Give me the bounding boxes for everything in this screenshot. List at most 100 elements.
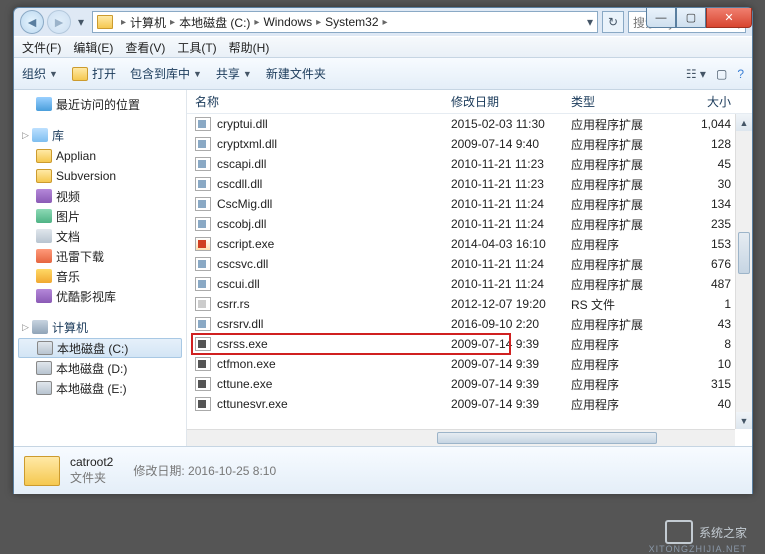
sidebar-item-drive-e[interactable]: 本地磁盘 (E:) [14, 378, 186, 398]
file-date: 2010-11-21 11:23 [451, 157, 571, 171]
video-icon [36, 189, 52, 203]
file-row[interactable]: cscdll.dll2010-11-21 11:23应用程序扩展30 [187, 174, 752, 194]
scroll-thumb-h[interactable] [437, 432, 657, 444]
sidebar-item-music[interactable]: 音乐 [14, 266, 186, 286]
column-name[interactable]: 名称 [195, 93, 451, 110]
file-row[interactable]: cscapi.dll2010-11-21 11:23应用程序扩展45 [187, 154, 752, 174]
include-in-library-button[interactable]: 包含到库中▼ [130, 65, 202, 82]
breadcrumb-drive-c[interactable]: 本地磁盘 (C:) [179, 14, 250, 31]
open-button[interactable]: 打开 [72, 65, 116, 82]
file-date: 2009-07-14 9:40 [451, 137, 571, 151]
sidebar-header-libraries[interactable]: ▷库 [14, 124, 186, 146]
file-date: 2010-11-21 11:24 [451, 277, 571, 291]
breadcrumb-computer[interactable]: 计算机 [130, 14, 166, 31]
menu-view[interactable]: 查看(V) [125, 39, 165, 56]
vertical-scrollbar[interactable]: ▲ ▼ [735, 114, 752, 429]
close-button[interactable]: ✕ [706, 8, 752, 28]
sidebar-item-documents[interactable]: 文档 [14, 226, 186, 246]
sidebar-item-subversion[interactable]: Subversion [14, 166, 186, 186]
watermark: 系统之家 [665, 520, 747, 544]
view-options-button[interactable]: ☷ ▾ [686, 67, 706, 81]
file-size: 153 [683, 237, 743, 251]
file-row[interactable]: cscobj.dll2010-11-21 11:24应用程序扩展235 [187, 214, 752, 234]
sidebar-item-youku[interactable]: 优酷影视库 [14, 286, 186, 306]
nav-history-dropdown[interactable]: ▾ [74, 15, 88, 29]
file-type: 应用程序 [571, 356, 683, 373]
library-icon [32, 128, 48, 142]
file-icon [195, 197, 211, 211]
file-row[interactable]: cscsvc.dll2010-11-21 11:24应用程序扩展676 [187, 254, 752, 274]
file-row[interactable]: csrsrv.dll2016-09-10 2:20应用程序扩展43 [187, 314, 752, 334]
file-date: 2014-04-03 16:10 [451, 237, 571, 251]
file-type: 应用程序扩展 [571, 316, 683, 333]
menu-edit[interactable]: 编辑(E) [73, 39, 113, 56]
sidebar-item-applian[interactable]: Applian [14, 146, 186, 166]
file-name: csrsrv.dll [217, 317, 263, 331]
breadcrumb-windows[interactable]: Windows [263, 15, 312, 29]
sidebar-item-drive-d[interactable]: 本地磁盘 (D:) [14, 358, 186, 378]
file-size: 8 [683, 337, 743, 351]
new-folder-button[interactable]: 新建文件夹 [266, 65, 326, 82]
file-row[interactable]: cttune.exe2009-07-14 9:39应用程序315 [187, 374, 752, 394]
help-button[interactable]: ? [737, 67, 744, 81]
scroll-down-button[interactable]: ▼ [736, 412, 752, 429]
file-icon [195, 117, 211, 131]
file-date: 2009-07-14 9:39 [451, 337, 571, 351]
horizontal-scrollbar[interactable] [187, 429, 735, 446]
column-type[interactable]: 类型 [571, 93, 683, 110]
address-bar[interactable]: ▸ 计算机 ▸ 本地磁盘 (C:) ▸ Windows ▸ System32 ▸… [92, 11, 598, 33]
menu-help[interactable]: 帮助(H) [229, 39, 270, 56]
organize-button[interactable]: 组织▼ [22, 65, 58, 82]
nav-back-button[interactable]: ◄ [20, 10, 44, 34]
details-type: 文件夹 [70, 469, 113, 486]
share-button[interactable]: 共享▼ [216, 65, 252, 82]
sidebar-item-recent[interactable]: 最近访问的位置 [14, 94, 186, 114]
file-type: RS 文件 [571, 296, 683, 313]
file-row[interactable]: ctfmon.exe2009-07-14 9:39应用程序10 [187, 354, 752, 374]
file-row[interactable]: cscui.dll2010-11-21 11:24应用程序扩展487 [187, 274, 752, 294]
column-size[interactable]: 大小 [683, 93, 743, 110]
file-row[interactable]: csrss.exe2009-07-14 9:39应用程序8 [187, 334, 752, 354]
sidebar-item-drive-c[interactable]: 本地磁盘 (C:) [18, 338, 182, 358]
nav-forward-button[interactable]: ► [47, 10, 71, 34]
maximize-button[interactable]: ▢ [676, 8, 706, 28]
breadcrumb-system32[interactable]: System32 [325, 15, 378, 29]
sidebar-item-pictures[interactable]: 图片 [14, 206, 186, 226]
file-name: cryptxml.dll [217, 137, 277, 151]
file-row[interactable]: CscMig.dll2010-11-21 11:24应用程序扩展134 [187, 194, 752, 214]
file-date: 2010-11-21 11:24 [451, 217, 571, 231]
address-dropdown-icon[interactable]: ▾ [587, 15, 593, 29]
folder-icon [97, 15, 113, 29]
file-row[interactable]: cryptui.dll2015-02-03 11:30应用程序扩展1,044 [187, 114, 752, 134]
minimize-button[interactable]: — [646, 8, 676, 28]
file-row[interactable]: cttunesvr.exe2009-07-14 9:39应用程序40 [187, 394, 752, 414]
sidebar-item-xunlei[interactable]: 迅雷下载 [14, 246, 186, 266]
file-date: 2010-11-21 11:23 [451, 177, 571, 191]
menu-file[interactable]: 文件(F) [22, 39, 61, 56]
sidebar-item-videos[interactable]: 视频 [14, 186, 186, 206]
toolbar: 组织▼ 打开 包含到库中▼ 共享▼ 新建文件夹 ☷ ▾ ▢ ? [14, 58, 752, 90]
file-size: 10 [683, 357, 743, 371]
content-area: 最近访问的位置 ▷库 Applian Subversion 视频 图片 文档 迅… [14, 90, 752, 446]
file-date: 2009-07-14 9:39 [451, 357, 571, 371]
refresh-button[interactable]: ↻ [602, 11, 624, 33]
preview-pane-button[interactable]: ▢ [716, 67, 727, 81]
file-type: 应用程序 [571, 376, 683, 393]
file-icon [195, 357, 211, 371]
scroll-thumb[interactable] [738, 232, 750, 274]
file-row[interactable]: cryptxml.dll2009-07-14 9:40应用程序扩展128 [187, 134, 752, 154]
file-list: 名称 修改日期 类型 大小 cryptui.dll2015-02-03 11:3… [187, 90, 752, 446]
file-date: 2012-12-07 19:20 [451, 297, 571, 311]
drive-icon [36, 361, 52, 375]
navigation-pane: 最近访问的位置 ▷库 Applian Subversion 视频 图片 文档 迅… [14, 90, 187, 446]
file-row[interactable]: cscript.exe2014-04-03 16:10应用程序153 [187, 234, 752, 254]
column-date[interactable]: 修改日期 [451, 93, 571, 110]
file-row[interactable]: csrr.rs2012-12-07 19:20RS 文件1 [187, 294, 752, 314]
file-size: 1,044 [683, 117, 743, 131]
file-size: 676 [683, 257, 743, 271]
menu-tools[interactable]: 工具(T) [177, 39, 216, 56]
file-name: cttune.exe [217, 377, 272, 391]
menu-bar: 文件(F) 编辑(E) 查看(V) 工具(T) 帮助(H) [14, 36, 752, 58]
scroll-up-button[interactable]: ▲ [736, 114, 752, 131]
sidebar-header-computer[interactable]: ▷计算机 [14, 316, 186, 338]
